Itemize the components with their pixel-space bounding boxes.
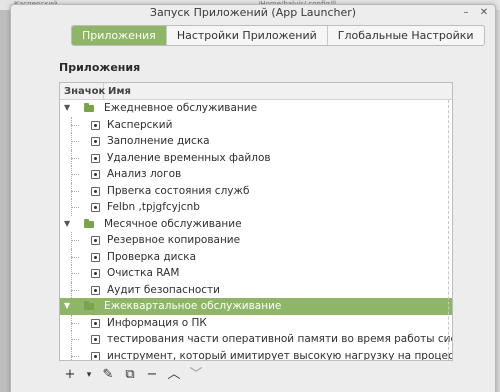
tree-category-row[interactable]: ▼ Ежедневное обслуживание [60, 100, 452, 117]
tree-category-row[interactable]: ▼ Ежеквартальное обслуживание [60, 298, 452, 315]
application-icon [91, 170, 100, 179]
app-launcher-window: Запуск Приложений (App Launcher) – ✕ При… [10, 4, 496, 392]
tree-line [71, 347, 72, 360]
tree-line [71, 124, 79, 126]
application-label: Касперский [107, 118, 173, 131]
section-title: Приложения [59, 61, 141, 74]
application-icon [91, 351, 100, 360]
tree-line [71, 289, 79, 291]
add-icon[interactable]: + [59, 365, 81, 385]
tree-line [71, 355, 79, 357]
application-label: Анализ логов [107, 168, 182, 180]
application-icon [91, 236, 100, 245]
tab-application-settings[interactable]: Настройки Приложений [167, 26, 328, 45]
tree-app-row[interactable]: Првеrка состояния служб [60, 182, 452, 199]
tree-line [71, 141, 79, 142]
scrollbar-thumb[interactable] [448, 100, 451, 360]
application-icon [91, 137, 100, 146]
tree-rows: ▼ Ежедневное обслуживание Касперский Заполн… [60, 100, 453, 361]
minimize-button[interactable]: – [459, 6, 473, 20]
application-label: Удаление временных файлов [107, 151, 271, 164]
add-menu-chevron-icon[interactable]: ▾ [81, 365, 97, 385]
application-icon [91, 186, 100, 196]
category-label: Месячное обслуживание [104, 217, 242, 230]
window-title: Запуск Приложений (App Launcher) [149, 6, 357, 19]
application-label: инструмент, который имитирует высокую на… [107, 349, 453, 361]
tree-app-row[interactable]: Аудит безопасности [60, 281, 452, 298]
category-label: Ежедневное обслуживание [104, 102, 258, 114]
move-up-icon[interactable]: ︿ [163, 365, 185, 385]
column-header-name[interactable]: Имя [104, 83, 131, 100]
category-label: Ежеквартальное обслуживание [104, 300, 282, 312]
application-icon [91, 269, 100, 278]
tree-app-row[interactable]: Заполнение диска [60, 133, 452, 150]
tree-app-row[interactable]: Felbn ,tpjgfcyjcnb [60, 199, 452, 216]
close-button[interactable]: ✕ [477, 6, 491, 20]
application-icon [91, 252, 100, 262]
window-titlebar[interactable]: Запуск Приложений (App Launcher) [11, 5, 495, 21]
tree-category-row[interactable]: ▼ Месячное обслуживание [60, 216, 452, 233]
application-icon [91, 153, 100, 163]
tree-toolbar: + ▾ ✎ ⧉ − ︿ ﹀ [59, 365, 207, 385]
tree-app-row[interactable]: Проверка диска [60, 248, 452, 265]
application-label: Резервное копирование [107, 234, 241, 246]
tree-line [71, 190, 79, 192]
application-icon [91, 120, 100, 130]
tree-app-row[interactable]: тестирования части оперативной памяти во… [60, 331, 452, 348]
edit-icon[interactable]: ✎ [97, 365, 119, 385]
application-icon [91, 318, 100, 328]
tree-line [71, 207, 79, 208]
tree-line [71, 322, 79, 324]
move-down-icon[interactable]: ﹀ [185, 365, 207, 385]
tree-line [71, 256, 79, 258]
tree-app-row[interactable]: Информация о ПК [60, 314, 452, 331]
tree-app-row[interactable]: инструмент, который имитирует высокую на… [60, 347, 453, 361]
folder-icon [84, 218, 94, 228]
applications-tree[interactable]: Значок Имя ▼ Ежедневное обслуживание Каспе… [59, 82, 453, 361]
tree-app-row[interactable]: Касперский [60, 116, 452, 133]
expander-arrow-icon[interactable]: ▼ [64, 100, 70, 117]
expander-arrow-icon[interactable]: ▼ [64, 298, 70, 315]
tree-line [71, 273, 79, 274]
tree-line [71, 174, 79, 175]
application-label: Првеrка состояния служб [107, 184, 250, 197]
application-label: Проверка диска [107, 250, 197, 263]
application-label: Очистка RAM [107, 267, 180, 279]
tree-line [71, 240, 79, 241]
tree-line [71, 157, 79, 159]
stack-switcher: Приложения Настройки Приложений Глобальн… [71, 25, 485, 46]
tab-applications[interactable]: Приложения [72, 26, 167, 45]
duplicate-icon[interactable]: ⧉ [119, 365, 141, 385]
tree-line [71, 339, 79, 340]
tree-app-row[interactable]: Удаление временных файлов [60, 149, 452, 166]
tree-app-row[interactable]: Очистка RAM [60, 265, 452, 282]
application-label: Felbn ,tpjgfcyjcnb [107, 201, 200, 213]
application-label: тестирования части оперативной памяти во… [107, 333, 453, 345]
background-window-edge [0, 10, 10, 392]
tab-global-settings[interactable]: Глобальные Настройки [328, 26, 484, 45]
application-icon [91, 203, 100, 212]
tree-app-row[interactable]: Резервное копирование [60, 232, 452, 249]
remove-icon[interactable]: − [141, 365, 163, 385]
application-label: Информация о ПК [107, 316, 207, 329]
application-icon [91, 285, 100, 295]
folder-icon [84, 301, 94, 310]
tree-app-row[interactable]: Анализ логов [60, 166, 452, 183]
tree-scrollbar[interactable] [448, 100, 452, 360]
column-header-icon[interactable]: Значок [60, 83, 105, 100]
application-icon [91, 335, 100, 344]
application-label: Аудит безопасности [107, 283, 220, 296]
folder-icon [84, 103, 94, 112]
tree-header: Значок Имя [60, 83, 452, 100]
application-label: Заполнение диска [107, 135, 210, 147]
expander-arrow-icon[interactable]: ▼ [64, 216, 70, 233]
